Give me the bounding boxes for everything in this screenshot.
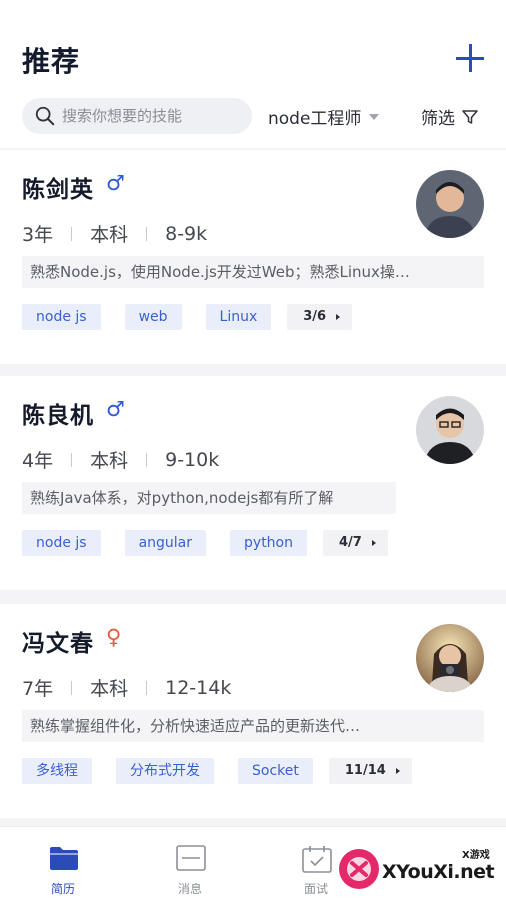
skill-tag: node js: [22, 530, 101, 556]
skill-tags: node js web Linux 3/6: [22, 304, 353, 330]
candidate-card[interactable]: 陈良机 ♂ 4年 本科 9-10k 熟练Java体系，对python,nodej…: [0, 376, 506, 590]
divider: [71, 680, 73, 695]
skill-tag: web: [124, 304, 182, 330]
experience: 7年: [22, 678, 54, 700]
experience: 4年: [22, 450, 54, 472]
candidate-meta: 4年 本科 9-10k: [22, 446, 219, 473]
skill-tags: 多线程 分布式开发 Socket 11/14: [22, 758, 412, 784]
folder-icon: [50, 847, 78, 870]
candidate-summary: 熟悉Node.js，使用Node.js开发过Web；熟悉Linux操…: [22, 256, 484, 288]
candidate-card[interactable]: 冯文春 ♀ 7年 本科 12-14k 熟练掌握组件化，分析快速适应产品的更新迭代…: [0, 604, 506, 818]
pager-count: 3/6: [303, 309, 327, 324]
skill-tag: 分布式开发: [116, 758, 214, 784]
salary: 9-10k: [165, 448, 220, 471]
arrow-right-icon: [371, 540, 376, 546]
filter-icon: [462, 109, 478, 124]
divider: [71, 226, 73, 241]
pager-count: 11/14: [344, 763, 386, 778]
arrow-right-icon: [336, 314, 341, 320]
filter-button[interactable]: 筛选: [421, 104, 479, 129]
avatar: [416, 396, 484, 464]
female-icon: ♀: [106, 625, 122, 649]
education: 本科: [90, 450, 129, 472]
watermark-small-text: X游戏: [462, 850, 490, 861]
candidate-name: 陈良机: [22, 403, 94, 429]
tag-pager[interactable]: 3/6: [287, 304, 353, 330]
tag-pager[interactable]: 11/14: [328, 758, 412, 784]
candidate-name: 冯文春: [22, 631, 94, 657]
avatar: [416, 624, 484, 692]
tag-pager[interactable]: 4/7: [323, 530, 388, 556]
filter-label: 筛选: [421, 109, 455, 129]
divider: [71, 452, 73, 467]
candidate-meta: 3年 本科 8-9k: [22, 220, 207, 247]
experience: 3年: [22, 224, 54, 246]
nav-item-messages[interactable]: 消息: [140, 827, 240, 900]
male-icon: ♂: [106, 397, 125, 421]
watermark-text: XYouXi.net: [382, 861, 495, 883]
salary: 12-14k: [165, 676, 232, 699]
skill-tag: python: [230, 530, 307, 556]
education: 本科: [90, 678, 129, 700]
skill-tag: angular: [124, 530, 207, 556]
nav-label: 简历: [50, 882, 75, 896]
search-input[interactable]: [62, 107, 232, 125]
job-select-label: node工程师: [268, 109, 362, 129]
candidate-name: 陈剑英: [22, 177, 94, 203]
candidate-summary: 熟练Java体系，对python,nodejs都有所了解: [22, 482, 396, 514]
avatar: [416, 170, 484, 238]
skill-tag: node js: [22, 304, 101, 330]
candidate-card[interactable]: 陈剑英 ♂ 3年 本科 8-9k 熟悉Node.js，使用Node.js开发过W…: [0, 150, 506, 364]
skill-tag: Linux: [205, 304, 272, 330]
job-select[interactable]: node工程师: [268, 104, 380, 129]
nav-item-resume[interactable]: 简历: [13, 827, 113, 900]
candidate-summary: 熟练掌握组件化，分析快速适应产品的更新迭代…: [22, 710, 484, 742]
search-box[interactable]: [22, 98, 252, 134]
add-button[interactable]: [456, 44, 486, 74]
message-icon: [176, 845, 206, 871]
search-icon: [35, 106, 55, 126]
skill-tags: node js angular python 4/7: [22, 530, 388, 556]
skill-tag: Socket: [238, 758, 313, 784]
watermark: X游戏 XYouXi.net: [334, 836, 504, 896]
candidate-meta: 7年 本科 12-14k: [22, 674, 231, 701]
page-title: 推荐: [22, 45, 81, 78]
caret-down-icon: [369, 113, 380, 120]
arrow-right-icon: [395, 768, 400, 774]
pager-count: 4/7: [339, 535, 362, 550]
salary: 8-9k: [165, 222, 208, 245]
calendar-check-icon: [302, 846, 332, 873]
nav-label: 消息: [177, 882, 202, 896]
top-bar: 推荐 node工程师 筛选: [0, 0, 506, 148]
divider: [146, 452, 148, 467]
divider: [146, 680, 148, 695]
male-icon: ♂: [106, 171, 125, 195]
watermark-logo-icon: [339, 849, 379, 889]
skill-tag: 多线程: [22, 758, 92, 784]
education: 本科: [90, 224, 129, 246]
divider: [146, 226, 148, 241]
